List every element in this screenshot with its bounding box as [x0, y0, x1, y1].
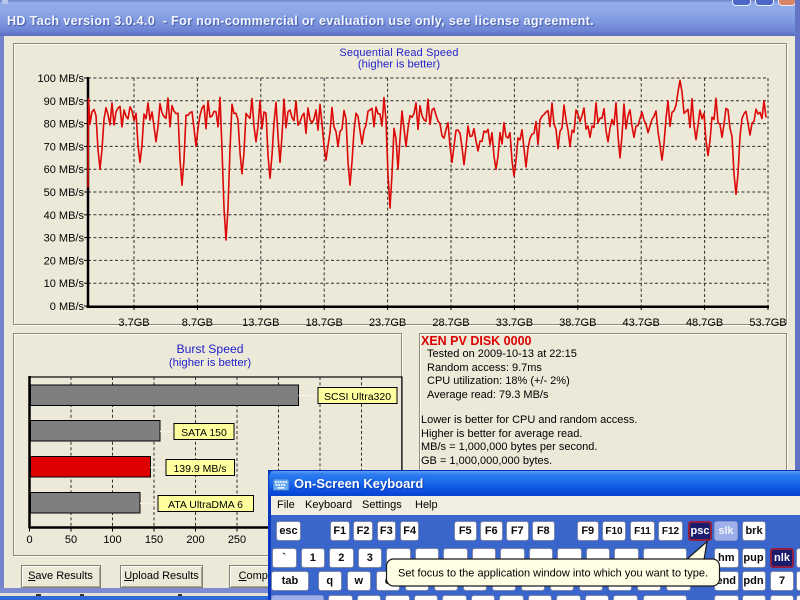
- svg-text:50: 50: [65, 534, 77, 546]
- svg-text:100: 100: [103, 534, 121, 546]
- svg-text:90 MB/s: 90 MB/s: [44, 96, 85, 108]
- svg-text:48.7GB: 48.7GB: [686, 317, 723, 329]
- svg-text:38.7GB: 38.7GB: [559, 317, 596, 329]
- svg-text:18.7GB: 18.7GB: [306, 317, 343, 329]
- svg-text:33.7GB: 33.7GB: [496, 317, 533, 329]
- svg-text:30 MB/s: 30 MB/s: [44, 233, 85, 245]
- svg-text:13.7GB: 13.7GB: [242, 317, 279, 329]
- svg-text:0 MB/s: 0 MB/s: [50, 301, 85, 313]
- svg-text:40 MB/s: 40 MB/s: [44, 210, 85, 222]
- svg-text:3.7GB: 3.7GB: [118, 317, 149, 329]
- svg-text:10 MB/s: 10 MB/s: [44, 278, 85, 290]
- svg-text:50 MB/s: 50 MB/s: [44, 187, 85, 199]
- svg-text:150: 150: [145, 534, 163, 546]
- svg-text:0: 0: [26, 534, 32, 546]
- svg-text:20 MB/s: 20 MB/s: [44, 255, 85, 267]
- svg-text:70 MB/s: 70 MB/s: [44, 141, 85, 153]
- svg-text:23.7GB: 23.7GB: [369, 317, 406, 329]
- svg-text:28.7GB: 28.7GB: [432, 317, 469, 329]
- svg-text:SATA 150: SATA 150: [181, 427, 227, 439]
- svg-text:43.7GB: 43.7GB: [623, 317, 660, 329]
- svg-text:Sequential Read Speed: Sequential Read Speed: [339, 47, 458, 59]
- svg-text:200: 200: [186, 534, 204, 546]
- svg-text:(higher is better): (higher is better): [169, 357, 251, 369]
- svg-text:Burst Speed: Burst Speed: [176, 342, 243, 356]
- svg-text:(higher is better): (higher is better): [358, 59, 440, 71]
- svg-text:ATA UltraDMA 6: ATA UltraDMA 6: [168, 499, 243, 511]
- svg-text:Set focus to the application w: Set focus to the application window into…: [398, 568, 708, 580]
- svg-text:80 MB/s: 80 MB/s: [44, 119, 85, 131]
- svg-text:53.7GB: 53.7GB: [749, 317, 786, 329]
- svg-text:250: 250: [228, 534, 246, 546]
- svg-text:100 MB/s: 100 MB/s: [38, 73, 85, 85]
- svg-text:8.7GB: 8.7GB: [182, 317, 213, 329]
- svg-text:60 MB/s: 60 MB/s: [44, 164, 85, 176]
- svg-text:SCSI Ultra320: SCSI Ultra320: [324, 391, 391, 403]
- svg-text:139.9 MB/s: 139.9 MB/s: [173, 463, 226, 475]
